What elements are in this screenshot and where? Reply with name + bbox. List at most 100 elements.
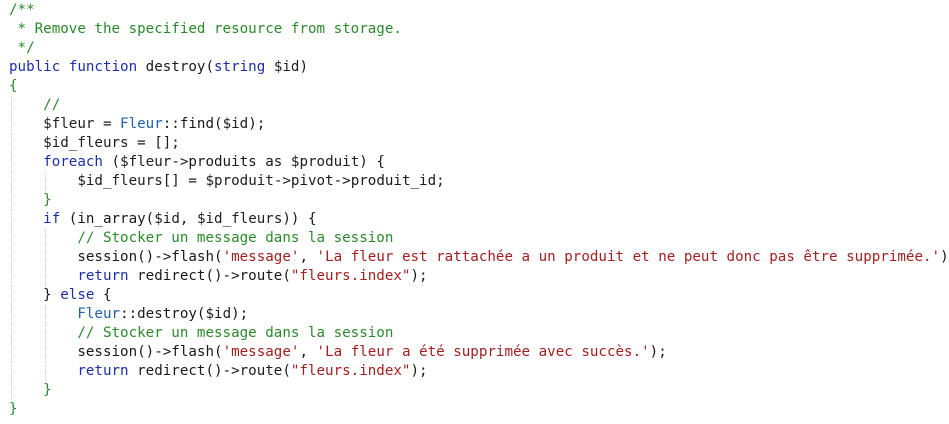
indent-guide — [45, 267, 47, 286]
code-token-plain: (in_array( — [60, 211, 155, 227]
code-token-string: 'message' — [222, 344, 300, 360]
indent-guide — [11, 362, 12, 381]
code-token-keyword: public function — [9, 59, 146, 75]
code-token-plain: ) { — [359, 154, 385, 170]
code-token-plain: [] = — [162, 173, 206, 189]
indent-guide — [11, 153, 12, 172]
code-token-variable: $id_fleurs — [77, 173, 163, 189]
code-editor[interactable]: /** * Remove the specified resource from… — [0, 0, 949, 424]
indent-guide — [11, 324, 12, 343]
code-token-plain: ::destroy( — [120, 306, 206, 322]
code-token-plain: = — [94, 116, 121, 132]
code-token-variable: $id_fleurs — [196, 211, 283, 227]
code-token-plain: , — [299, 344, 317, 360]
code-line: } — [9, 381, 949, 400]
code-token-plain: ->produits as — [171, 154, 291, 170]
indent-guide — [45, 324, 47, 343]
indent-guide — [11, 343, 12, 362]
indent-guide — [45, 172, 47, 191]
code-token-variable: $id_fleurs — [43, 135, 129, 151]
code-line: $fleur = Fleur::find($id); — [9, 115, 949, 134]
indent-guide — [11, 248, 12, 267]
code-token-comment: /** — [9, 2, 35, 18]
code-line: return redirect()->route("fleurs.index")… — [9, 362, 949, 381]
code-token-keyword: string — [214, 59, 274, 75]
code-token-plain: ); — [248, 116, 266, 132]
code-line: public function destroy(string $id) — [9, 58, 949, 77]
code-token-keyword: if — [43, 211, 61, 227]
code-token-comment: } — [43, 382, 52, 398]
code-line: // — [9, 96, 949, 115]
code-line: // Stocker un message dans la session — [9, 324, 949, 343]
code-line: } — [9, 191, 949, 210]
code-token-variable: $id — [154, 211, 180, 227]
code-line: return redirect()->route("fleurs.index")… — [9, 267, 949, 286]
code-line: /** — [9, 1, 949, 20]
indent-guide — [11, 305, 12, 324]
code-token-comment: // — [43, 97, 61, 113]
code-line: * Remove the specified resource from sto… — [9, 20, 949, 39]
code-token-string: "fleurs.index" — [290, 268, 411, 284]
indent-guide — [45, 229, 47, 248]
indent-guide — [11, 210, 12, 229]
indent-guide — [45, 343, 47, 362]
code-token-plain: redirect()->route( — [128, 268, 291, 284]
code-token-comment: } — [9, 401, 18, 417]
code-token-plain: session()->flash( — [77, 344, 223, 360]
indent-guide — [11, 115, 12, 134]
indent-guide — [11, 229, 12, 248]
code-token-variable: $produit — [205, 173, 274, 189]
code-line: foreach ($fleur->produits as $produit) { — [9, 153, 949, 172]
indent-guide — [11, 134, 12, 153]
code-token-plain: ::find( — [162, 116, 223, 132]
code-token-variable: $fleur — [43, 116, 95, 132]
code-token-string: "fleurs.index" — [290, 363, 411, 379]
indent-guide — [11, 286, 12, 305]
code-token-comment: // Stocker un message dans la session — [77, 325, 394, 341]
code-token-comment: { — [9, 78, 18, 94]
code-token-plain: , — [179, 211, 197, 227]
code-token-variable: $fleur — [120, 154, 172, 170]
code-token-comment: // Stocker un message dans la session — [77, 230, 394, 246]
code-token-keyword: foreach — [43, 154, 103, 170]
code-line: $id_fleurs[] = $produit->pivot->produit_… — [9, 172, 949, 191]
indent-guide — [11, 381, 12, 400]
code-content[interactable]: /** * Remove the specified resource from… — [9, 1, 949, 419]
code-token-variable: $produit — [290, 154, 360, 170]
code-token-plain: destroy( — [145, 59, 215, 75]
code-token-plain: } — [43, 287, 61, 303]
code-token-plain: )) { — [282, 211, 317, 227]
code-token-plain: ); — [940, 249, 949, 265]
code-line: Fleur::destroy($id); — [9, 305, 949, 324]
code-line: } — [9, 400, 949, 419]
code-line: $id_fleurs = []; — [9, 134, 949, 153]
code-token-plain: ) — [299, 59, 308, 75]
code-token-variable: $id — [205, 306, 232, 322]
code-token-plain: session()->flash( — [77, 249, 223, 265]
code-token-plain: ); — [410, 268, 428, 284]
code-token-comment: * Remove the specified resource from sto… — [9, 21, 402, 37]
code-token-class: Fleur — [77, 306, 121, 322]
code-token-keyword: else — [60, 287, 95, 303]
code-line: } else { — [9, 286, 949, 305]
code-token-plain: { — [94, 287, 112, 303]
code-token-class: Fleur — [120, 116, 163, 132]
code-line: session()->flash('message', 'La fleur es… — [9, 248, 949, 267]
code-token-keyword: return — [77, 363, 129, 379]
code-token-variable: $id — [273, 59, 300, 75]
